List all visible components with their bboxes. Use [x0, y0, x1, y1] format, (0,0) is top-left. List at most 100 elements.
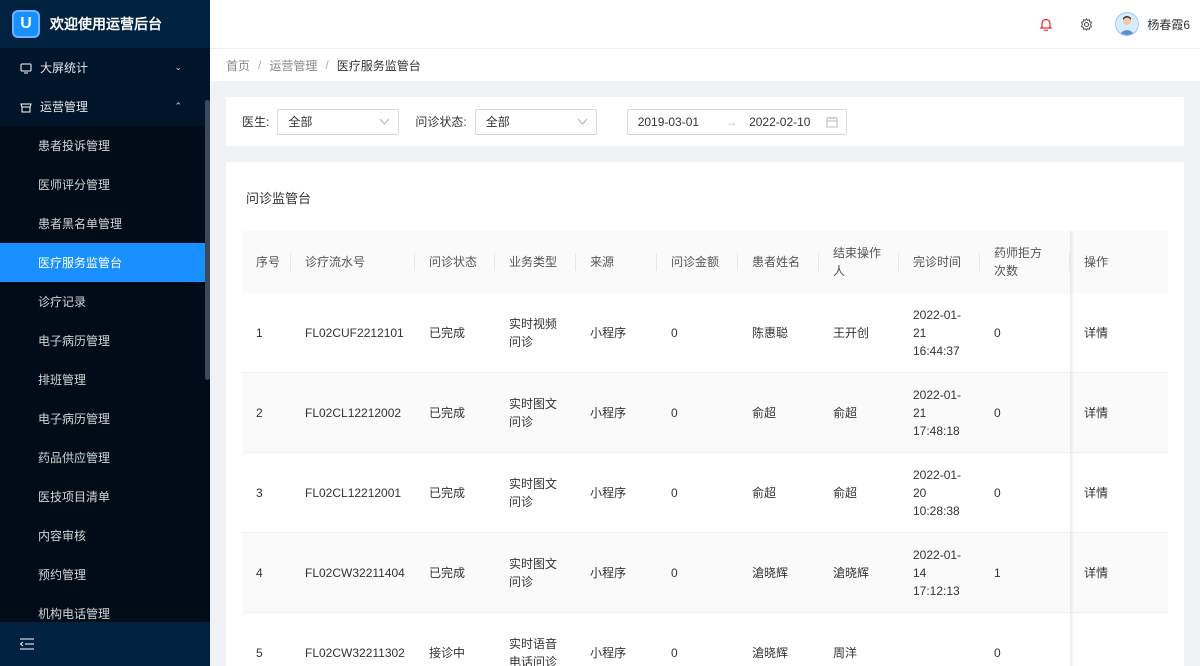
- status-select[interactable]: 全部: [474, 108, 597, 135]
- menu-group-label: 运营管理: [40, 100, 89, 114]
- filter-bar: 医生: 全部 问诊状态: 全部 2019-03-01 → 2022-02-10: [226, 97, 1184, 146]
- date-start-input[interactable]: 2019-03-01: [638, 115, 699, 129]
- detail-link[interactable]: 详情: [1070, 293, 1168, 372]
- cell-status: 已完成: [429, 405, 466, 420]
- cell-time: 2022-01- 14 17:12:13: [913, 547, 962, 598]
- cell-operator: 俞超: [833, 405, 858, 420]
- menu-fold-icon: [20, 638, 34, 650]
- date-range-arrow-icon: →: [725, 114, 738, 129]
- sidebar-item-drug-supply[interactable]: 药品供应管理: [0, 438, 210, 477]
- sidebar-item-label: 诊疗记录: [38, 295, 87, 309]
- sidebar-item-label: 内容审核: [38, 529, 87, 543]
- cell-status: 已完成: [429, 485, 466, 500]
- cell-patient: 陈惠聪: [752, 325, 789, 340]
- cell-rejects: 1: [994, 565, 1001, 580]
- cell-time: 2022-01- 20 10:28:38: [913, 467, 962, 518]
- detail-link[interactable]: [1070, 613, 1168, 666]
- submenu-operations: 患者投诉管理 医师评分管理 患者黑名单管理 医疗服务监管台 诊疗记录 电子病历管…: [0, 126, 210, 622]
- sidebar-item-tech-list[interactable]: 医技项目清单: [0, 477, 210, 516]
- cell-serial: FL02CL12212002: [305, 405, 402, 420]
- table-row: 4 FL02CW32211404 已完成 实时图文 问诊 小程序 0 滄晓辉 滄晓…: [242, 533, 1168, 613]
- card-title: 问诊监管台: [246, 191, 312, 206]
- sidebar-item-label: 电子病历管理: [38, 334, 111, 348]
- cell-status: 已完成: [429, 565, 466, 580]
- username[interactable]: 杨春霞6: [1147, 16, 1190, 33]
- settings-button[interactable]: [1075, 13, 1097, 35]
- sidebar-item-doctor-rating[interactable]: 医师评分管理: [0, 165, 210, 204]
- sidebar-item-records[interactable]: 诊疗记录: [0, 282, 210, 321]
- cell-source: 小程序: [590, 405, 627, 420]
- sidebar-item-appointments[interactable]: 预约管理: [0, 555, 210, 594]
- logo-area[interactable]: U 欢迎使用运营后台: [0, 0, 210, 48]
- cell-source: 小程序: [590, 645, 627, 660]
- table-row: 1 FL02CUF2212101 已完成 实时视频 问诊 小程序 0 陈惠聪 王开…: [242, 293, 1168, 373]
- cell-time: [899, 613, 980, 666]
- table-row: 2 FL02CL12212002 已完成 实时图文 问诊 小程序 0 俞超 俞超 …: [242, 373, 1168, 453]
- cell-patient: 俞超: [752, 405, 777, 420]
- sidebar-item-phone[interactable]: 机构电话管理: [0, 594, 210, 622]
- date-end-input[interactable]: 2022-02-10: [749, 115, 810, 129]
- cell-operator: 滄晓辉: [833, 565, 870, 580]
- column-header: 序号: [242, 231, 291, 293]
- cell-patient: 滄晓辉: [752, 645, 789, 660]
- cell-time: 2022-01- 21 16:44:37: [913, 307, 962, 358]
- avatar[interactable]: [1115, 12, 1140, 36]
- cell-status: 接诊中: [429, 645, 466, 660]
- sidebar-item-label: 机构电话管理: [38, 607, 111, 621]
- column-header: 问诊状态: [415, 231, 495, 293]
- app-title: 欢迎使用运营后台: [50, 16, 162, 32]
- chevron-down-icon: [379, 118, 390, 125]
- detail-link[interactable]: 详情: [1070, 533, 1168, 612]
- breadcrumb-current: 医疗服务监管台: [336, 58, 421, 73]
- sidebar-item-complaints[interactable]: 患者投诉管理: [0, 126, 210, 165]
- sidebar-scrollbar[interactable]: [205, 100, 210, 380]
- date-range-picker[interactable]: 2019-03-01 → 2022-02-10: [626, 108, 847, 135]
- sidebar-item-label: 医疗服务监管台: [38, 256, 123, 270]
- status-select-value: 全部: [485, 115, 510, 129]
- cell-amount: 0: [671, 485, 678, 500]
- monitor-card: 问诊监管台 序号 诊疗流水号 问诊状态 业务类型 来源 问诊金额 患者姓名 结束…: [226, 162, 1184, 666]
- cell-no: 5: [256, 645, 263, 660]
- cell-time: 2022-01- 21 17:48:18: [913, 387, 962, 438]
- chevron-up-icon: ⌃: [174, 101, 182, 111]
- sidebar-item-label: 医师评分管理: [38, 178, 111, 192]
- sidebar-item-label: 医技项目清单: [38, 490, 111, 504]
- sidebar-item-emr[interactable]: 电子病历管理: [0, 321, 210, 360]
- breadcrumb-home[interactable]: 首页: [226, 57, 250, 74]
- notification-button[interactable]: [1035, 13, 1057, 35]
- menu-group-dashboard[interactable]: 大屏统计 ⌄: [0, 48, 210, 87]
- calendar-icon: [826, 116, 838, 127]
- fixed-column-shadow: [1070, 231, 1074, 666]
- breadcrumb-operations[interactable]: 运营管理: [269, 57, 317, 74]
- detail-link[interactable]: 详情: [1070, 373, 1168, 452]
- sidebar-item-label: 患者黑名单管理: [38, 217, 123, 231]
- sidebar-item-blacklist[interactable]: 患者黑名单管理: [0, 204, 210, 243]
- top-header: 杨春霞6: [210, 0, 1200, 48]
- sidebar-item-schedule[interactable]: 排班管理: [0, 360, 210, 399]
- app-logo-icon: U: [12, 10, 40, 38]
- sidebar-item-content-review[interactable]: 内容审核: [0, 516, 210, 555]
- cell-rejects: 0: [994, 485, 1001, 500]
- sidebar: U 欢迎使用运营后台 大屏统计 ⌄ 运营管理 ⌃ 患者投诉管理 医师评分管理 患…: [0, 0, 210, 666]
- doctor-select[interactable]: 全部: [277, 108, 400, 135]
- cell-patient: 滄晓辉: [752, 565, 789, 580]
- sidebar-item-service-monitor[interactable]: 医疗服务监管台: [0, 243, 210, 282]
- cell-serial: FL02CW32211302: [305, 645, 405, 660]
- breadcrumb-separator: /: [325, 58, 329, 72]
- cell-amount: 0: [671, 325, 678, 340]
- sidebar-item-emr-2[interactable]: 电子病历管理: [0, 399, 210, 438]
- cell-no: 3: [256, 485, 263, 500]
- cell-status: 已完成: [429, 325, 466, 340]
- menu-group-operations[interactable]: 运营管理 ⌃: [0, 87, 210, 126]
- cell-operator: 俞超: [833, 485, 858, 500]
- cell-no: 2: [256, 405, 263, 420]
- cell-serial: FL02CUF2212101: [305, 325, 404, 340]
- screen-icon: [20, 63, 32, 73]
- collapse-menu-button[interactable]: [0, 622, 210, 666]
- column-header: 患者姓名: [738, 231, 819, 293]
- detail-link[interactable]: 详情: [1070, 453, 1168, 532]
- breadcrumb-separator: /: [258, 58, 262, 72]
- column-header: 完诊时间: [899, 231, 980, 293]
- sidebar-item-label: 药品供应管理: [38, 451, 111, 465]
- user-avatar-icon: [1119, 16, 1136, 35]
